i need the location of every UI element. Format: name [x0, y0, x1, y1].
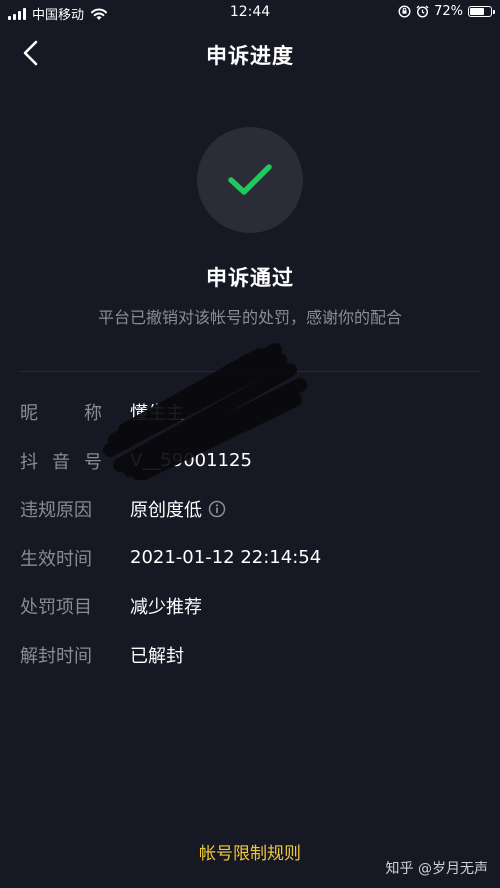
info-value: 已解封 [130, 645, 184, 667]
result-description: 平台已撤销对该帐号的处罚，感谢你的配合 [97, 308, 402, 327]
info-label: 生效时间 [20, 548, 92, 570]
info-icon[interactable] [208, 500, 226, 518]
info-label-spread: 抖 音 号 [20, 448, 102, 474]
info-row-effective-time: 生效时间 2021-01-12 22:14:54 [20, 534, 480, 583]
battery-icon [468, 6, 495, 17]
info-label-char: 音 [52, 451, 70, 473]
info-label-char: 抖 [20, 451, 38, 473]
info-label-char: 称 [84, 403, 102, 425]
info-label: 违规原因 [20, 500, 92, 522]
info-value: V__59001125 [130, 450, 252, 472]
info-value: 2021-01-12 22:14:54 [130, 547, 322, 569]
battery-fill [470, 8, 485, 15]
battery-percentage: 72% [434, 4, 463, 19]
divider [20, 371, 480, 372]
info-label-spread: 昵 称 [20, 399, 102, 425]
info-value: 懂生主 [130, 403, 184, 425]
info-label-char: 昵 [20, 403, 38, 425]
info-row-violation-reason: 违规原因 原创度低 [20, 485, 480, 534]
appeal-info-list: 昵 称 懂生主 抖 音 号 V__59001125 违规原因 原创度低 生效时间 [20, 388, 480, 679]
info-row-penalty: 处罚项目 减少推荐 [20, 582, 480, 631]
orientation-lock-icon [398, 5, 411, 18]
navigation-bar: 申诉进度 [0, 30, 500, 76]
status-bar: 中国移动 12:44 72% [0, 0, 500, 26]
info-label: 处罚项目 [20, 597, 92, 619]
checkmark-icon [228, 164, 272, 195]
info-label: 抖 音 号 [20, 448, 130, 474]
alarm-icon [416, 5, 429, 18]
info-label: 昵 称 [20, 399, 130, 425]
info-value-wrapper: 原创度低 [130, 496, 226, 522]
info-label: 解封时间 [20, 645, 92, 667]
info-row-nickname: 昵 称 懂生主 [20, 388, 480, 437]
info-value: 减少推荐 [130, 597, 202, 619]
info-row-unban-time: 解封时间 已解封 [20, 631, 480, 680]
page-title: 申诉进度 [206, 44, 294, 68]
info-value: 原创度低 [130, 500, 202, 522]
info-label-char: 号 [84, 451, 102, 473]
result-title: 申诉通过 [206, 266, 294, 290]
watermark: 知乎 @岁月无声 [385, 861, 488, 877]
info-row-douyin-id: 抖 音 号 V__59001125 [20, 437, 480, 486]
success-badge [197, 127, 303, 233]
status-bar-right: 72% [398, 4, 495, 19]
